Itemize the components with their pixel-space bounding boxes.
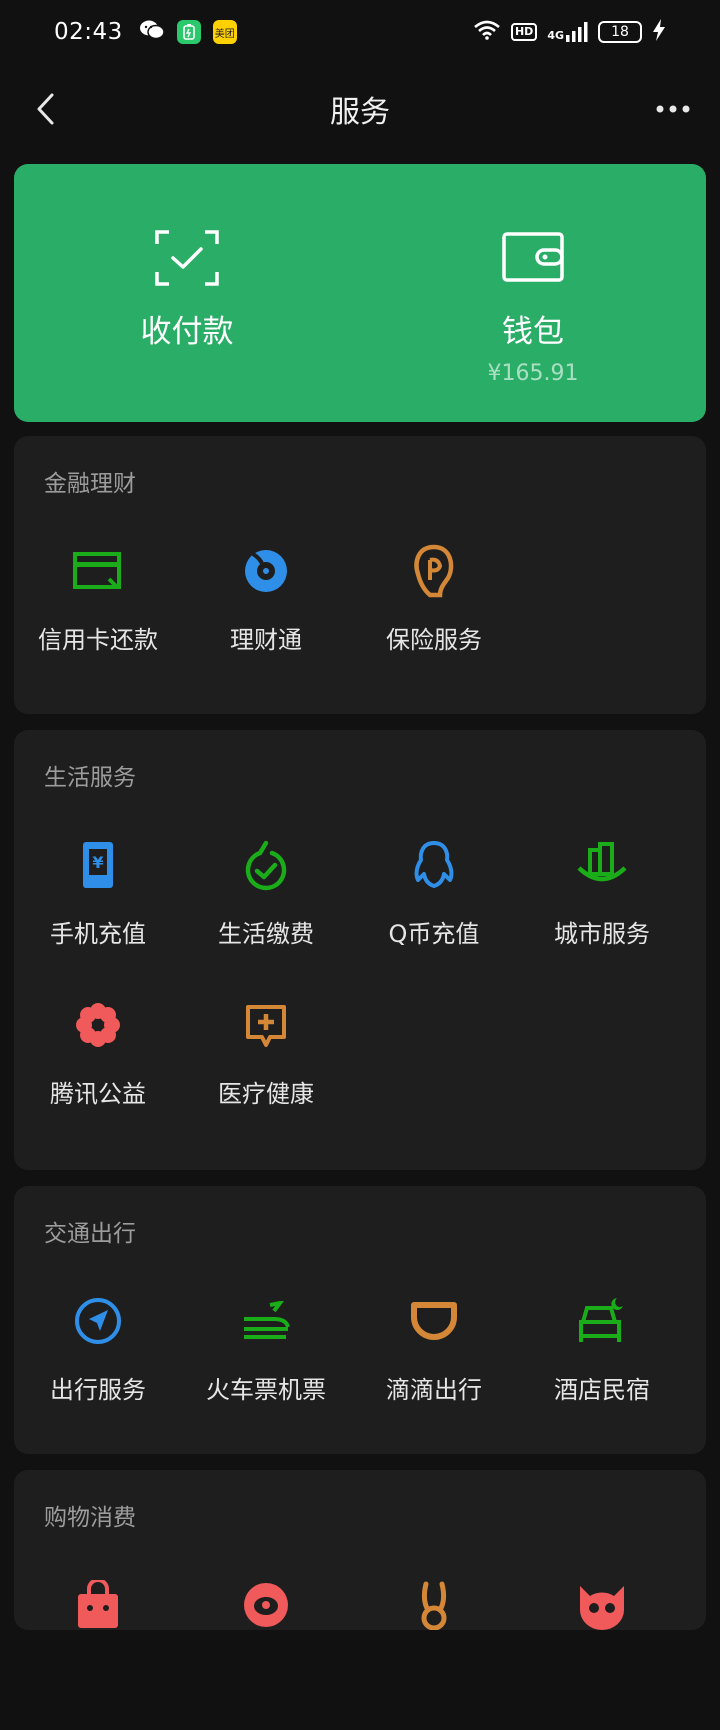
- status-bar: 02:43 美团 HD 4G 18: [0, 0, 720, 64]
- receive-payment-label: 收付款: [140, 314, 234, 350]
- tile-label: 生活缴费: [218, 920, 314, 948]
- wechat-icon: [139, 19, 165, 45]
- status-time: 02:43: [54, 19, 123, 45]
- qq-coin-icon: [407, 838, 461, 892]
- section-title: 金融理财: [44, 471, 136, 497]
- shopping-bag-icon: [71, 1578, 125, 1632]
- wallet-label: 钱包: [502, 314, 564, 350]
- more-button[interactable]: [648, 84, 698, 134]
- pinduoduo-icon: [239, 1578, 293, 1632]
- battery-saver-app-icon: [176, 20, 201, 44]
- cat-icon: [575, 1578, 629, 1632]
- city-service-icon: [575, 838, 629, 892]
- section-title: 购物消费: [44, 1505, 136, 1531]
- didi-icon: [407, 1294, 461, 1348]
- section-title: 生活服务: [44, 765, 136, 791]
- medical-icon: [239, 998, 293, 1052]
- train-plane-icon: [239, 1294, 293, 1348]
- tile-label: 腾讯公益: [50, 1080, 146, 1108]
- wallet-balance: ¥165.91: [487, 361, 579, 386]
- charging-icon: [652, 19, 666, 45]
- more-dots-icon: [656, 105, 690, 113]
- travel-service-icon: [71, 1294, 125, 1348]
- utility-payment-button[interactable]: 生活缴费: [182, 830, 350, 990]
- wallet-icon: [502, 232, 564, 282]
- wifi-icon: [473, 20, 501, 44]
- shopping-bag-button[interactable]: [14, 1570, 182, 1730]
- meituan-rabbit-button[interactable]: [350, 1570, 518, 1730]
- meituan-rabbit-icon: [407, 1578, 461, 1632]
- credit-card-repay-button[interactable]: 信用卡还款: [14, 536, 182, 696]
- status-app-icons: 美团: [139, 19, 237, 45]
- signal-icon: 4G: [547, 22, 588, 42]
- tile-label: 火车票机票: [206, 1376, 326, 1404]
- back-button[interactable]: [20, 84, 70, 134]
- wealth-icon: [239, 544, 293, 598]
- cat-button[interactable]: [518, 1570, 686, 1730]
- tile-label: 城市服务: [554, 920, 650, 948]
- hero-card: 收付款 钱包 ¥165.91: [14, 164, 706, 422]
- didi-button[interactable]: 滴滴出行: [350, 1286, 518, 1446]
- travel-service-button[interactable]: 出行服务: [14, 1286, 182, 1446]
- pinduoduo-button[interactable]: [182, 1570, 350, 1730]
- city-service-button[interactable]: 城市服务: [518, 830, 686, 990]
- insurance-icon: [407, 544, 461, 598]
- receive-payment-button[interactable]: 收付款: [14, 164, 360, 422]
- hotel-icon: [575, 1294, 629, 1348]
- wealth-button[interactable]: 理财通: [182, 536, 350, 696]
- battery-indicator: 18: [598, 21, 642, 43]
- section-title: 交通出行: [44, 1221, 136, 1247]
- tile-label: 医疗健康: [218, 1080, 314, 1108]
- charity-button[interactable]: 腾讯公益: [14, 990, 182, 1150]
- train-plane-button[interactable]: 火车票机票: [182, 1286, 350, 1446]
- section-life-services: 生活服务 ¥ 手机充值 生活缴费 Q币充值 城市服务 腾讯公益 医疗健康: [14, 730, 706, 1170]
- tile-label: 出行服务: [50, 1376, 146, 1404]
- section-transport: 交通出行 出行服务 火车票机票 滴滴出行 酒店民宿: [14, 1186, 706, 1454]
- tile-label: 酒店民宿: [554, 1376, 650, 1404]
- tile-label: 信用卡还款: [38, 626, 158, 654]
- status-indicators: HD 4G 18: [473, 19, 666, 45]
- phone-recharge-icon: ¥: [71, 838, 125, 892]
- qq-coin-button[interactable]: Q币充值: [350, 830, 518, 990]
- insurance-button[interactable]: 保险服务: [350, 536, 518, 696]
- wallet-button[interactable]: 钱包 ¥165.91: [360, 164, 706, 422]
- battery-level: 18: [611, 24, 629, 40]
- utility-payment-icon: [239, 838, 293, 892]
- tile-label: Q币充值: [388, 920, 480, 948]
- meituan-icon: 美团: [212, 20, 237, 44]
- svg-text:¥: ¥: [92, 853, 103, 872]
- tile-label: 理财通: [230, 626, 302, 654]
- credit-card-icon: [71, 544, 125, 598]
- hotel-button[interactable]: 酒店民宿: [518, 1286, 686, 1446]
- phone-recharge-button[interactable]: ¥ 手机充值: [14, 830, 182, 990]
- scan-check-icon: [155, 230, 219, 286]
- network-type: 4G: [547, 29, 564, 42]
- medical-button[interactable]: 医疗健康: [182, 990, 350, 1150]
- hd-badge: HD: [510, 23, 538, 41]
- tile-label: 保险服务: [386, 626, 482, 654]
- page-title: 服务: [330, 95, 390, 130]
- charity-icon: [71, 998, 125, 1052]
- nav-bar: 服务: [0, 64, 720, 154]
- section-finance: 金融理财 信用卡还款 理财通 保险服务: [14, 436, 706, 714]
- section-shopping: 购物消费: [14, 1470, 706, 1630]
- back-arrow-icon: [37, 93, 54, 125]
- tile-label: 滴滴出行: [386, 1376, 482, 1404]
- tile-label: 手机充值: [50, 920, 146, 948]
